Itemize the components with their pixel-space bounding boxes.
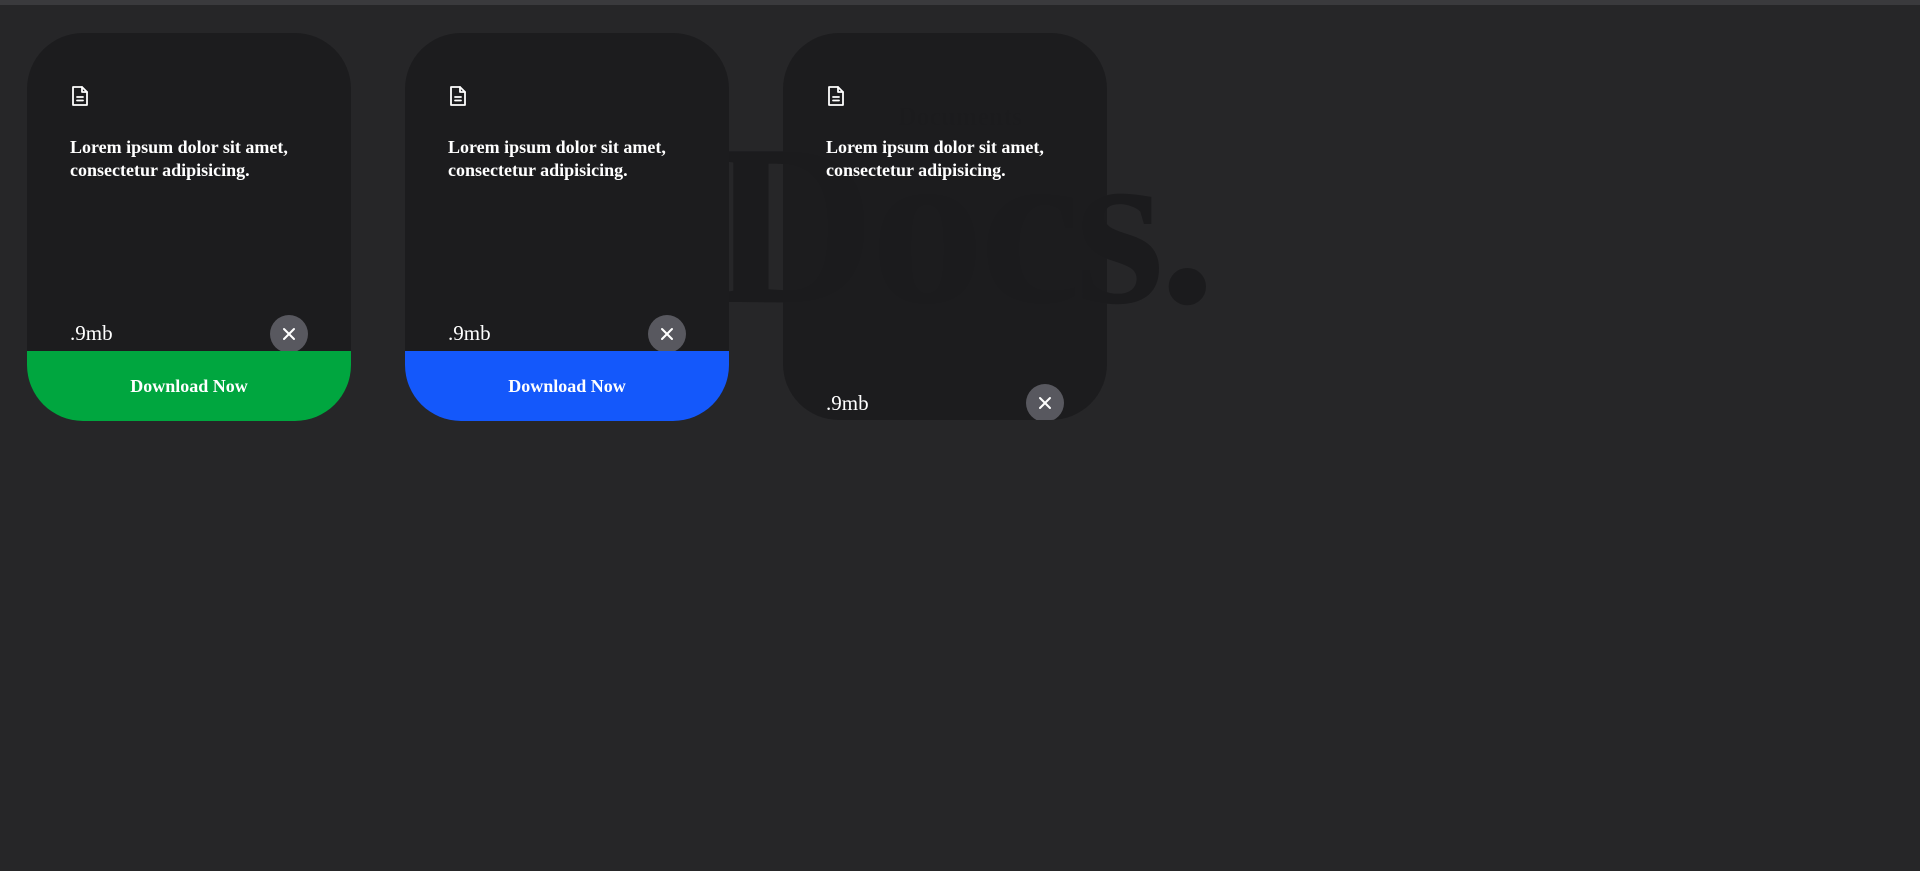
file-size: .9mb — [448, 321, 491, 345]
top-bar — [0, 0, 1920, 5]
card-description: Lorem ipsum dolor sit amet, consectetur … — [826, 137, 1044, 180]
document-icon — [826, 85, 846, 107]
file-size: .9mb — [70, 321, 113, 345]
card-description: Lorem ipsum dolor sit amet, consectetur … — [70, 137, 288, 180]
file-size: .9mb — [826, 391, 869, 415]
document-icon — [448, 85, 468, 107]
document-card: Lorem ipsum dolor sit amet, consectetur … — [405, 33, 729, 421]
download-button[interactable]: Download Now — [27, 351, 351, 421]
download-button[interactable]: Download Now — [405, 351, 729, 421]
document-icon — [70, 85, 90, 107]
close-icon — [1038, 396, 1052, 410]
card-description: Lorem ipsum dolor sit amet, consectetur … — [448, 137, 666, 180]
close-button[interactable] — [270, 315, 308, 353]
document-card: Lorem ipsum dolor sit amet, consectetur … — [27, 33, 351, 421]
document-card: Lorem ipsum dolor sit amet, consectetur … — [783, 33, 1107, 420]
close-icon — [660, 327, 674, 341]
close-icon — [282, 327, 296, 341]
close-button[interactable] — [648, 315, 686, 353]
close-button[interactable] — [1026, 384, 1064, 420]
